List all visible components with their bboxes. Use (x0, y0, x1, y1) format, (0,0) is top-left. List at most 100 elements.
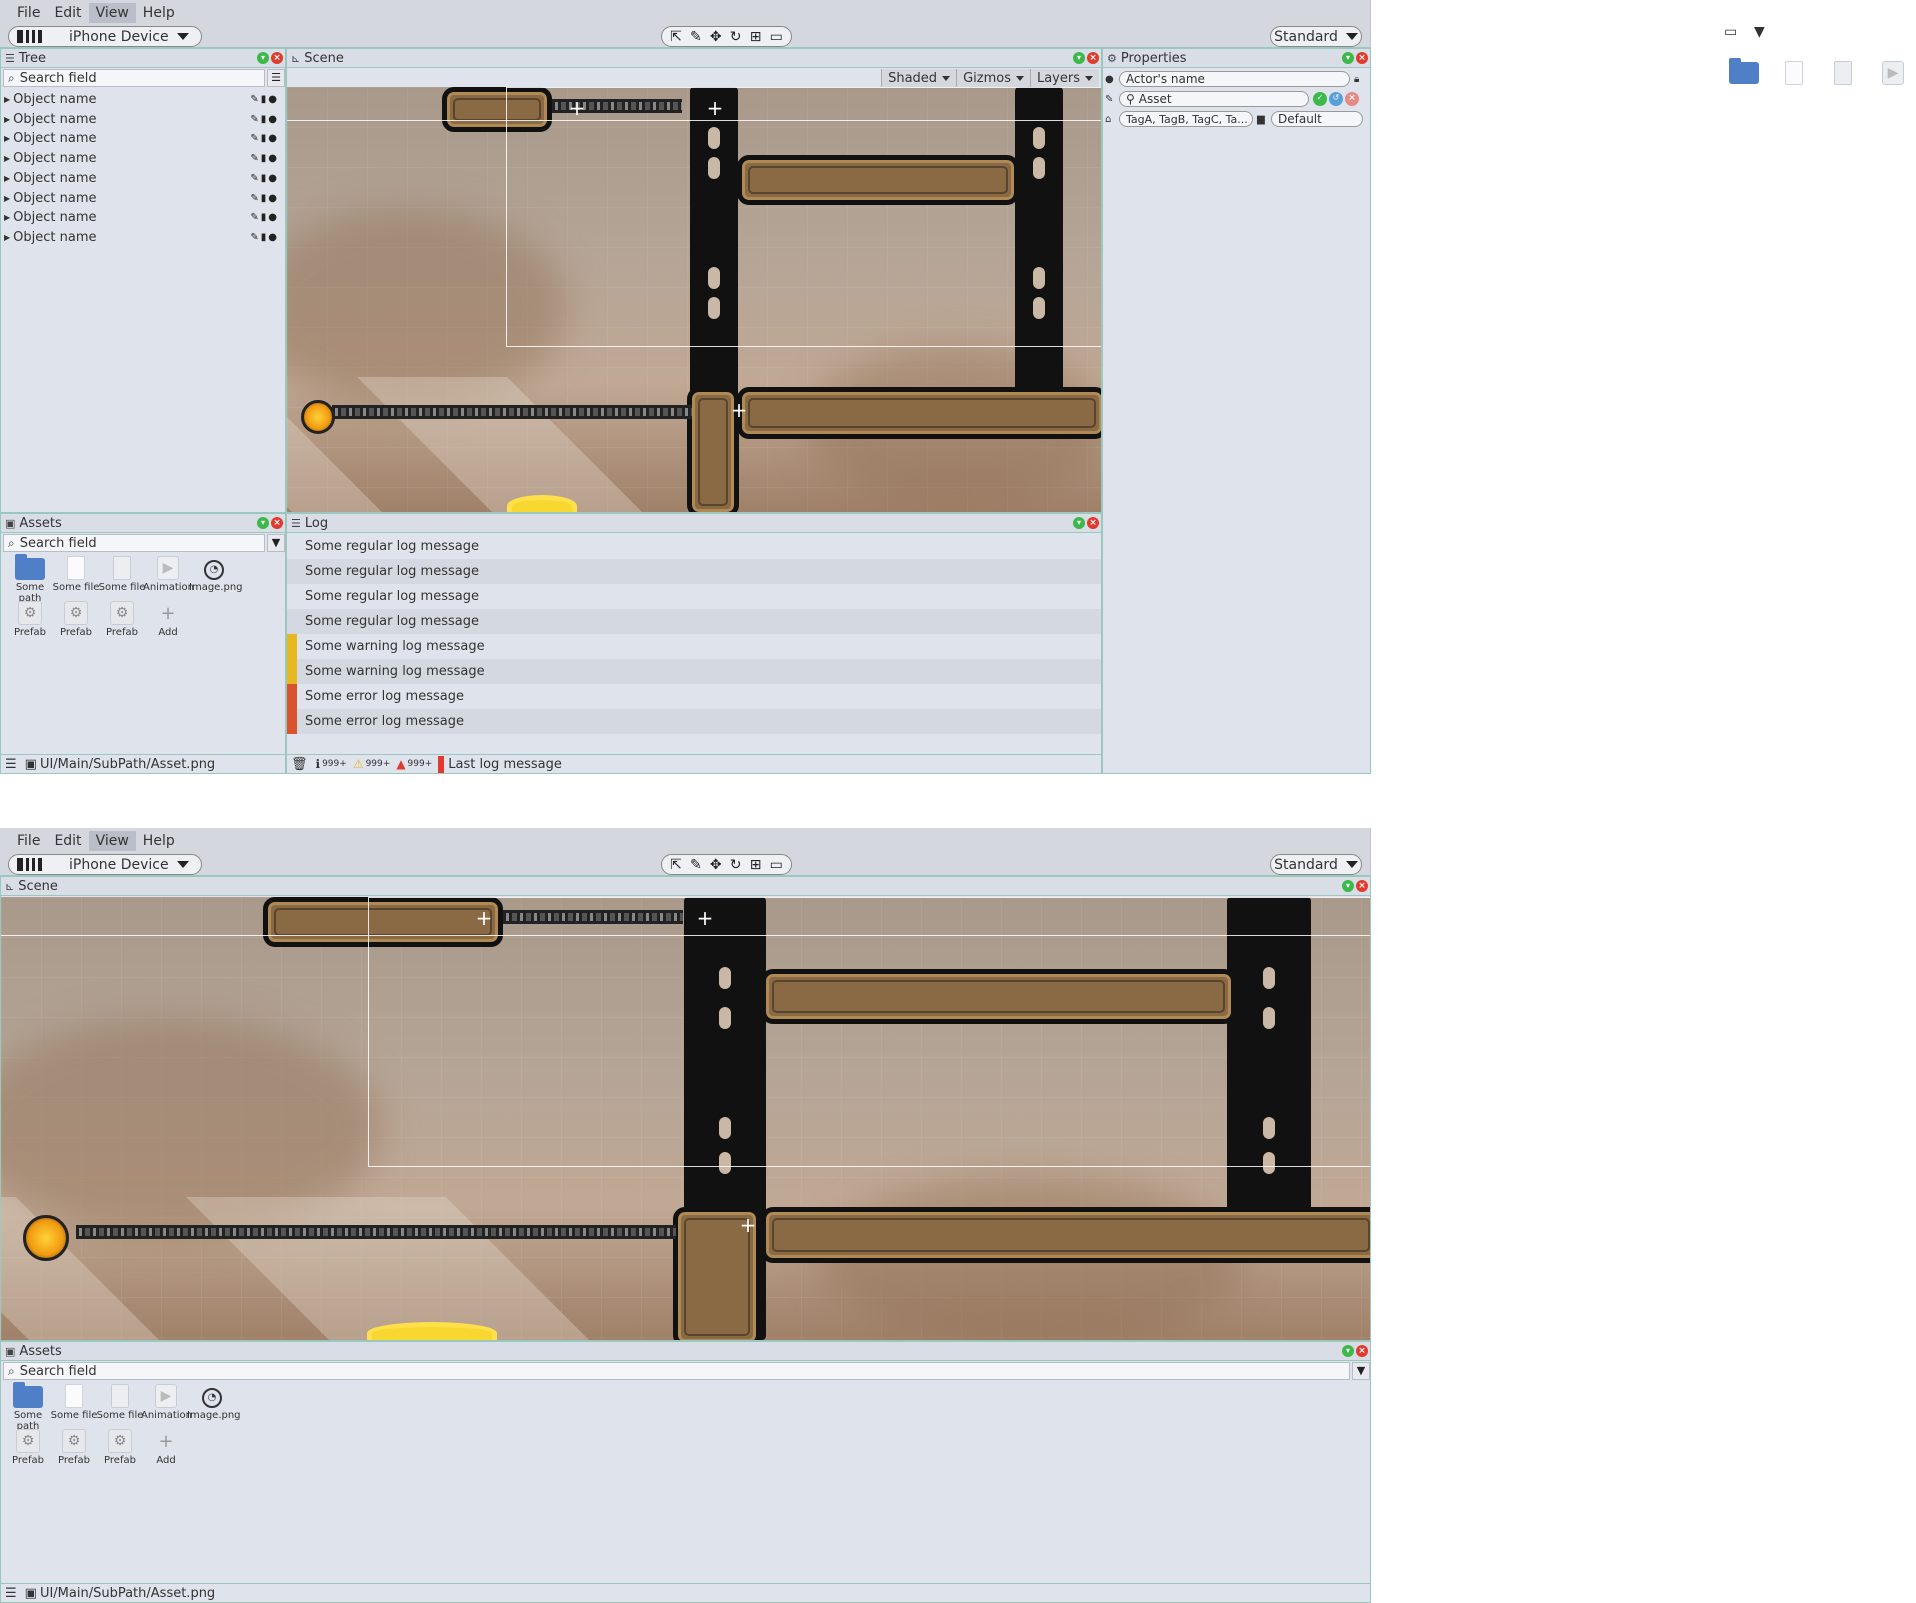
filter-icon[interactable]: ▼ (1754, 24, 1765, 40)
layout-select[interactable]: Standard (1270, 26, 1362, 47)
tree-item-actions[interactable]: ✎▮● (250, 193, 279, 204)
minimize-icon[interactable]: ▾ (1073, 517, 1085, 529)
expand-arrow-icon[interactable]: ▶ (4, 115, 10, 124)
pivot-gizmo[interactable]: + (474, 908, 494, 928)
edit-icon[interactable]: ✎ (250, 173, 260, 184)
log-row[interactable]: Some regular log message (287, 584, 1101, 609)
filter-icon[interactable]: ▼ (1352, 1362, 1370, 1380)
pause-icon[interactable] (26, 858, 29, 871)
menu-view[interactable]: View (88, 2, 136, 23)
pen-tool-icon[interactable]: ✎ (690, 29, 702, 45)
tree-item-actions[interactable]: ✎▮● (250, 114, 279, 125)
log-row[interactable]: Some error log message (287, 709, 1101, 734)
layer-select[interactable]: Default (1271, 111, 1363, 127)
move-tool-icon[interactable]: ✥ (710, 29, 722, 45)
expand-arrow-icon[interactable]: ▶ (4, 174, 10, 183)
asset-item[interactable]: Some file (95, 1382, 145, 1421)
expand-arrow-icon[interactable]: ▶ (4, 95, 10, 104)
rect-tool-icon[interactable]: ▭ (770, 857, 783, 873)
close-icon[interactable]: × (1356, 1345, 1368, 1357)
asset-item[interactable]: Some path (3, 1382, 53, 1432)
platform-sprite[interactable] (737, 387, 1101, 439)
log-row[interactable]: Some regular log message (287, 534, 1101, 559)
asset-field[interactable]: ⚲ Asset (1119, 91, 1309, 107)
assets-search-input[interactable]: ⌕ Search field (3, 534, 265, 552)
tree-item-actions[interactable]: ✎▮● (250, 94, 279, 105)
character-sprite[interactable] (23, 1215, 69, 1261)
asset-item[interactable]: ⚙ Prefab (97, 599, 147, 638)
shaded-dropdown[interactable]: Shaded (881, 69, 956, 87)
close-icon[interactable]: × (1356, 880, 1368, 892)
edit-icon[interactable]: ✎ (1105, 94, 1119, 105)
layers-dropdown[interactable]: Layers (1029, 69, 1099, 87)
tree-item-actions[interactable]: ✎▮● (250, 173, 279, 184)
menu-edit[interactable]: Edit (47, 831, 88, 851)
select-tool-icon[interactable]: ⇱ (670, 29, 682, 45)
asset-item[interactable]: Some file (51, 554, 101, 593)
asset-item[interactable]: ▶ Animation (141, 1382, 192, 1421)
edit-icon[interactable]: ✎ (250, 153, 260, 164)
tree-search-input[interactable]: ⌕ Search field (3, 69, 265, 87)
rotate-tool-icon[interactable]: ↻ (730, 29, 742, 45)
edit-icon[interactable]: ✎ (250, 232, 260, 243)
tree-item[interactable]: ▶ Object name ✎▮● (4, 149, 283, 168)
menu-help[interactable]: Help (136, 3, 182, 23)
move-tool-icon[interactable]: ✥ (710, 857, 722, 873)
text-file-icon[interactable] (1834, 61, 1852, 85)
pen-tool-icon[interactable]: ✎ (690, 857, 702, 873)
menu-view[interactable]: View (88, 830, 136, 851)
device-select[interactable]: iPhone Device (69, 857, 169, 873)
sun-sprite[interactable] (367, 1322, 497, 1340)
asset-item[interactable]: ◔ Image.png (187, 1382, 241, 1421)
close-icon[interactable]: × (271, 52, 283, 64)
asset-item[interactable]: + Add (143, 599, 193, 638)
expand-arrow-icon[interactable]: ▶ (4, 233, 10, 242)
pivot-gizmo[interactable]: + (705, 98, 725, 118)
tree-item[interactable]: ▶ Object name ✎▮● (4, 129, 283, 148)
expand-arrow-icon[interactable]: ▶ (4, 154, 10, 163)
close-icon[interactable]: × (1087, 517, 1099, 529)
log-row[interactable]: Some error log message (287, 684, 1101, 709)
tree-item-actions[interactable]: ✎▮● (250, 133, 279, 144)
close-icon[interactable]: × (1356, 52, 1368, 64)
pivot-gizmo[interactable]: + (695, 908, 715, 928)
visibility-icon[interactable]: ● (268, 114, 279, 125)
break-link-icon[interactable]: × (1345, 92, 1359, 106)
assets-search-input[interactable]: ⌕ Search field (3, 1362, 1350, 1380)
minimize-icon[interactable]: ▾ (257, 517, 269, 529)
tree-item-actions[interactable]: ✎▮● (250, 232, 279, 243)
asset-item[interactable]: ⚙ Prefab (51, 599, 101, 638)
apply-icon[interactable]: ✓ (1313, 92, 1327, 106)
log-row[interactable]: Some warning log message (287, 634, 1101, 659)
visibility-icon[interactable]: ● (268, 212, 279, 223)
filter-icon[interactable]: ▼ (267, 534, 285, 552)
tree-item[interactable]: ▶ Object name ✎▮● (4, 208, 283, 227)
rect-tool-icon[interactable]: ▭ (770, 29, 783, 45)
pivot-gizmo[interactable]: + (729, 400, 749, 420)
layout-select[interactable]: Standard (1270, 854, 1362, 875)
close-icon[interactable]: × (271, 517, 283, 529)
info-count[interactable]: ℹ 999+ (316, 757, 347, 771)
step-icon[interactable] (38, 858, 42, 871)
close-icon[interactable]: × (1087, 52, 1099, 64)
visibility-icon[interactable]: ● (268, 193, 279, 204)
folder-icon[interactable] (1729, 58, 1759, 84)
platform-sprite[interactable] (761, 1207, 1370, 1263)
asset-item[interactable]: ⚙ Prefab (95, 1427, 145, 1466)
visibility-icon[interactable]: ● (268, 94, 279, 105)
play-icon[interactable] (17, 30, 23, 43)
tree-item[interactable]: ▶ Object name ✎▮● (4, 169, 283, 188)
asset-item[interactable]: ⚙ Prefab (5, 599, 55, 638)
menu-file[interactable]: File (10, 3, 47, 23)
tree-item[interactable]: ▶ Object name ✎▮● (4, 228, 283, 247)
scale-tool-icon[interactable]: ⊞ (750, 857, 762, 873)
actor-name-field[interactable]: Actor's name (1118, 71, 1351, 87)
warning-count[interactable]: ⚠ 999+ (353, 757, 391, 771)
play-icon[interactable] (17, 858, 23, 871)
scale-tool-icon[interactable]: ⊞ (750, 29, 762, 45)
trash-icon[interactable]: 🗑︎ (291, 757, 308, 772)
minimize-icon[interactable]: ▾ (1342, 52, 1354, 64)
asset-item[interactable]: Some path (5, 554, 55, 604)
revert-icon[interactable]: ↺ (1329, 92, 1343, 106)
character-sprite[interactable] (301, 400, 335, 434)
